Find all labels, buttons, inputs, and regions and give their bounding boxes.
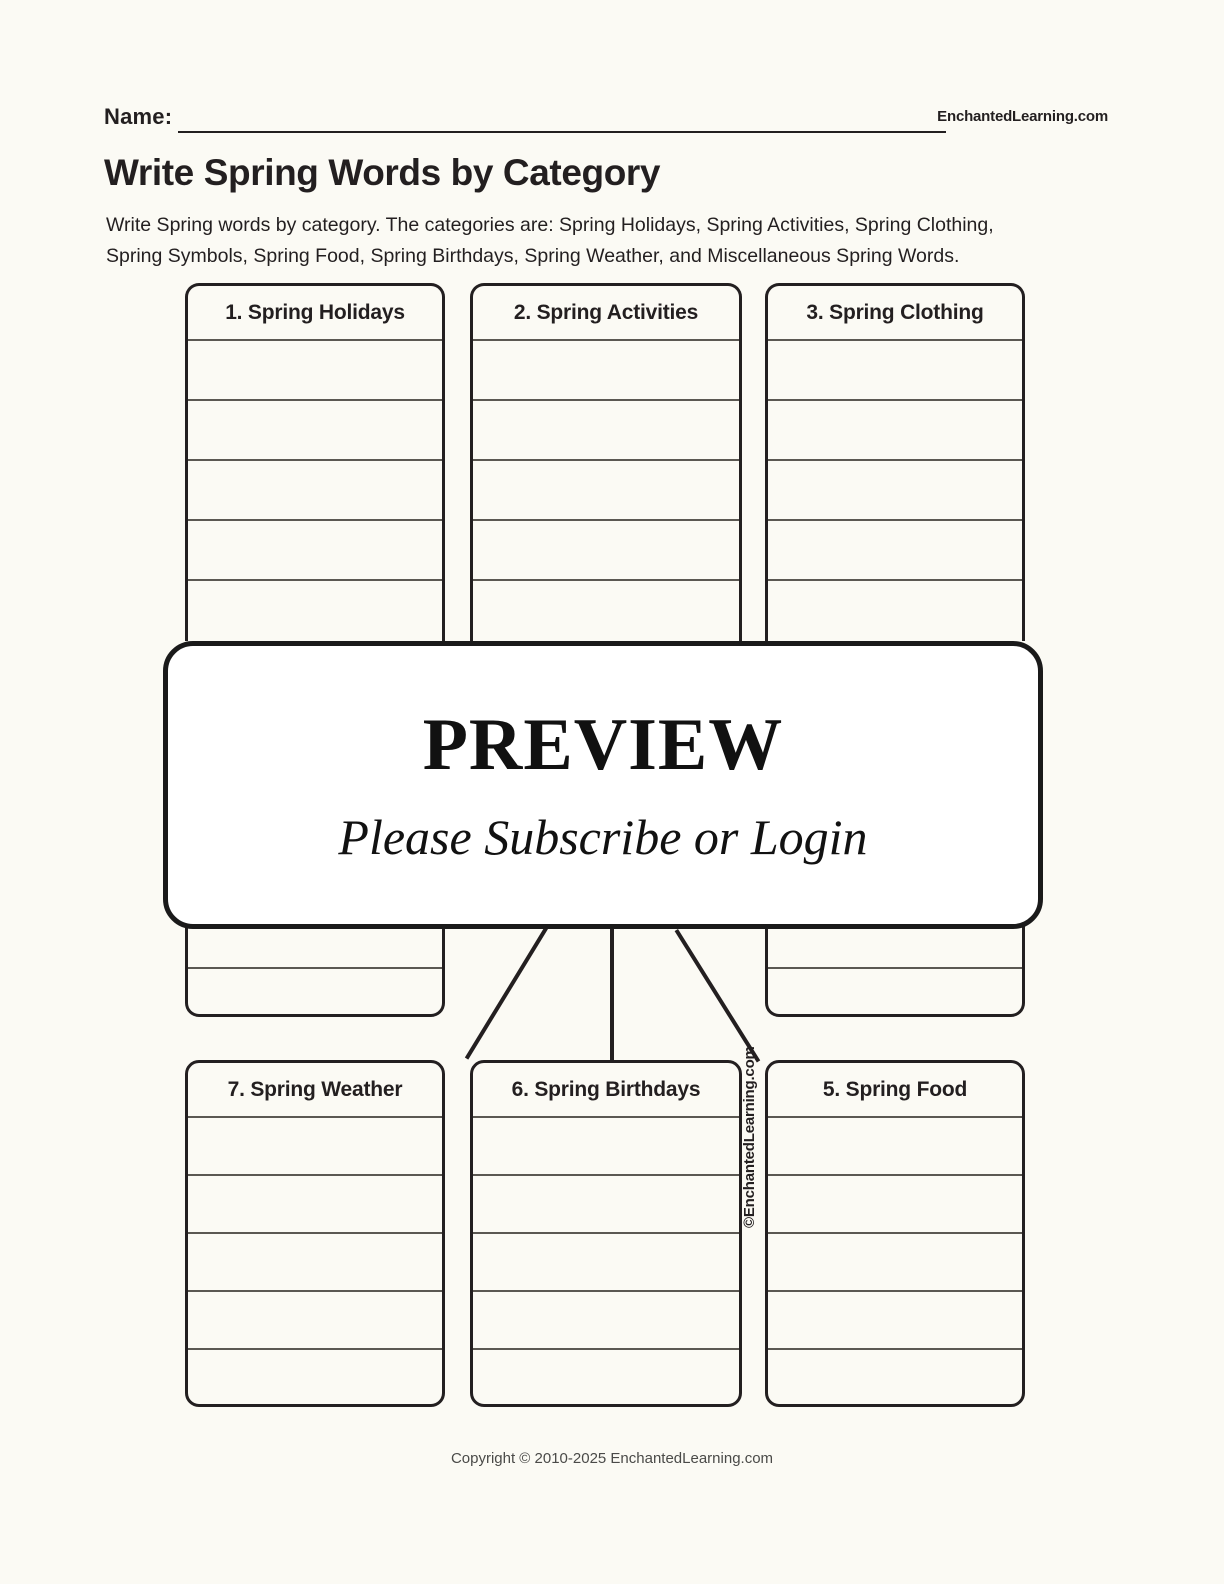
category-write-row[interactable] xyxy=(473,341,739,401)
category-write-row[interactable] xyxy=(768,401,1022,461)
category-write-row[interactable] xyxy=(188,1118,442,1176)
category-write-row[interactable] xyxy=(473,581,739,641)
connector-diagonal-right xyxy=(674,929,760,1063)
category-write-row[interactable] xyxy=(473,401,739,461)
category-write-row[interactable] xyxy=(188,581,442,641)
category-box-bottom-1: 7. Spring Weather xyxy=(185,1060,445,1407)
vertical-watermark: ©EnchantedLearning.com xyxy=(741,1046,758,1228)
category-write-row[interactable] xyxy=(473,1350,739,1408)
category-write-row[interactable] xyxy=(188,1176,442,1234)
category-header: 2. Spring Activities xyxy=(473,286,739,341)
category-write-row[interactable] xyxy=(473,1176,739,1234)
category-write-row[interactable] xyxy=(768,1350,1022,1408)
category-write-row[interactable] xyxy=(188,1234,442,1292)
category-write-row[interactable] xyxy=(768,925,1022,969)
category-write-row[interactable] xyxy=(768,341,1022,401)
category-write-row[interactable] xyxy=(768,1176,1022,1234)
category-box-middle-right xyxy=(765,925,1025,1017)
category-header: 6. Spring Birthdays xyxy=(473,1063,739,1118)
category-header: 3. Spring Clothing xyxy=(768,286,1022,341)
worksheet-page: Name: EnchantedLearning.com Write Spring… xyxy=(0,0,1224,1584)
category-header: 5. Spring Food xyxy=(768,1063,1022,1118)
category-write-row[interactable] xyxy=(768,1118,1022,1176)
category-write-row[interactable] xyxy=(188,925,442,969)
preview-title: PREVIEW xyxy=(422,704,784,786)
category-write-row[interactable] xyxy=(188,521,442,581)
connector-vertical xyxy=(610,929,614,1060)
category-write-row[interactable] xyxy=(188,1350,442,1408)
category-write-row[interactable] xyxy=(188,341,442,401)
category-write-row[interactable] xyxy=(768,521,1022,581)
connector-diagonal-left xyxy=(464,926,548,1060)
category-write-row[interactable] xyxy=(188,1292,442,1350)
category-write-row[interactable] xyxy=(473,1292,739,1350)
category-write-row[interactable] xyxy=(768,969,1022,1013)
category-write-row[interactable] xyxy=(473,521,739,581)
category-write-row[interactable] xyxy=(473,461,739,521)
category-box-top-2: 2. Spring Activities xyxy=(470,283,742,641)
category-write-row[interactable] xyxy=(188,461,442,521)
preview-subtitle: Please Subscribe or Login xyxy=(338,809,868,865)
category-write-row[interactable] xyxy=(188,401,442,461)
category-write-row[interactable] xyxy=(768,581,1022,641)
category-box-middle-left xyxy=(185,925,445,1017)
category-write-row[interactable] xyxy=(768,461,1022,521)
category-write-row[interactable] xyxy=(473,1234,739,1292)
category-write-row[interactable] xyxy=(768,1234,1022,1292)
category-box-top-1: 1. Spring Holidays xyxy=(185,283,445,641)
category-header: 1. Spring Holidays xyxy=(188,286,442,341)
copyright-footer: Copyright © 2010-2025 EnchantedLearning.… xyxy=(450,1450,774,1467)
category-header: 7. Spring Weather xyxy=(188,1063,442,1118)
category-write-row[interactable] xyxy=(473,1118,739,1176)
category-write-row[interactable] xyxy=(188,969,442,1013)
category-box-bottom-3: 5. Spring Food xyxy=(765,1060,1025,1407)
category-write-row[interactable] xyxy=(768,1292,1022,1350)
category-box-bottom-2: 6. Spring Birthdays xyxy=(470,1060,742,1407)
preview-overlay[interactable]: PREVIEW Please Subscribe or Login xyxy=(163,641,1043,929)
category-box-top-3: 3. Spring Clothing xyxy=(765,283,1025,641)
